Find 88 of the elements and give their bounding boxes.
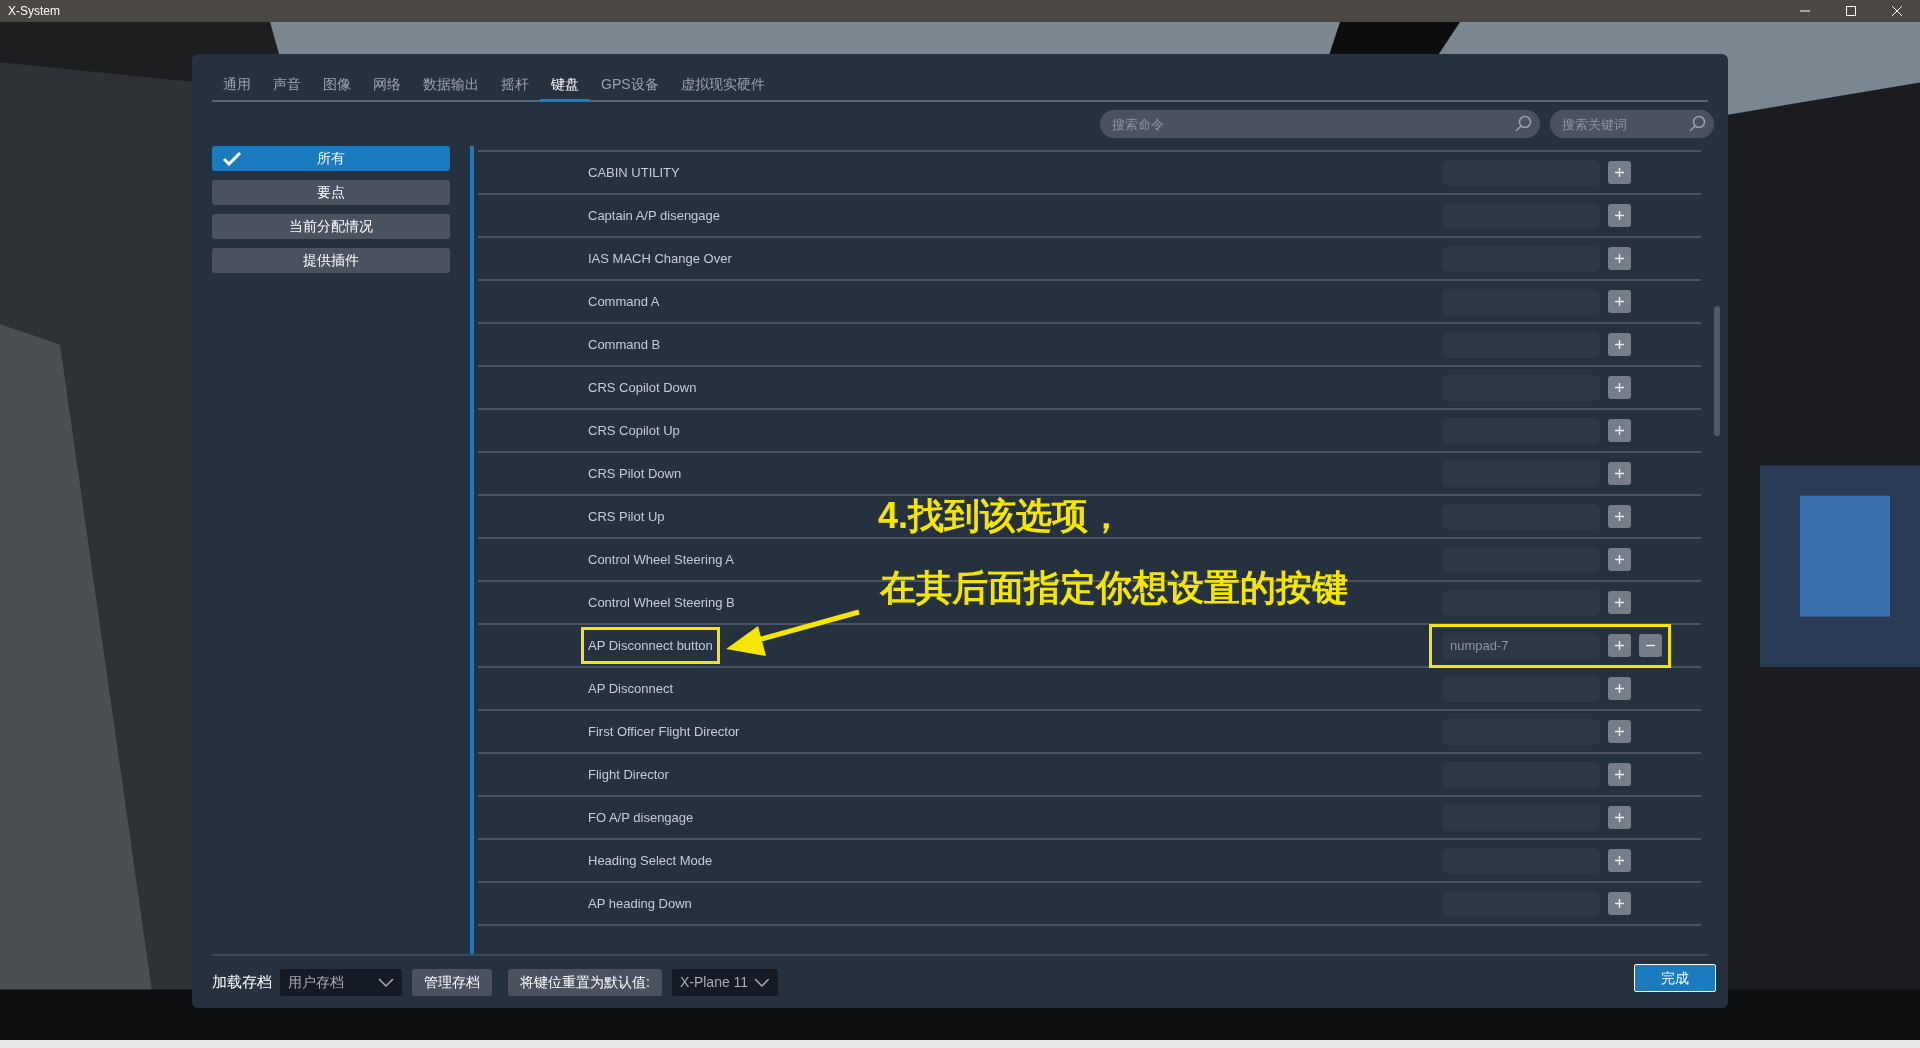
command-name: CRS Pilot Up bbox=[587, 507, 666, 526]
plus-icon bbox=[1615, 512, 1624, 521]
search-icon bbox=[1514, 115, 1532, 133]
plus-icon bbox=[1615, 813, 1624, 822]
filter-button[interactable]: 所有 bbox=[212, 146, 450, 171]
add-button[interactable] bbox=[1608, 634, 1631, 657]
add-button[interactable] bbox=[1608, 505, 1631, 528]
command-name: AP Disconnect button bbox=[581, 626, 720, 665]
plus-icon bbox=[1615, 469, 1624, 478]
reset-button[interactable]: 将键位重置为默认值: bbox=[508, 968, 662, 996]
chevron-icon bbox=[378, 977, 394, 987]
command-name: Control Wheel Steering A bbox=[587, 550, 735, 569]
maximize-icon bbox=[1846, 6, 1856, 16]
chevron-icon bbox=[754, 977, 770, 987]
add-button[interactable] bbox=[1608, 376, 1631, 399]
dropdown[interactable]: 用户存档 bbox=[280, 968, 402, 996]
search-field[interactable]: 搜索命令 bbox=[1100, 110, 1540, 138]
plus-icon bbox=[1615, 856, 1624, 865]
plus-icon bbox=[1615, 770, 1624, 779]
add-button[interactable] bbox=[1608, 892, 1631, 915]
command-name: Command B bbox=[587, 335, 662, 354]
remove-button[interactable] bbox=[1639, 634, 1662, 657]
tab[interactable]: 通用 bbox=[212, 68, 262, 102]
add-button[interactable] bbox=[1608, 247, 1631, 270]
add-button[interactable] bbox=[1608, 419, 1631, 442]
done-button[interactable]: 完成 bbox=[1634, 964, 1716, 992]
plus-icon bbox=[1615, 727, 1624, 736]
command-name: Command A bbox=[587, 292, 661, 311]
command-name: CABIN UTILITY bbox=[587, 163, 681, 182]
command-name: CRS Copilot Down bbox=[587, 378, 698, 397]
plus-icon bbox=[1615, 899, 1624, 908]
tab[interactable]: 数据输出 bbox=[412, 68, 490, 102]
annotation-text: 4.找到该选项， bbox=[878, 494, 1125, 538]
search-icon bbox=[1688, 115, 1706, 133]
command-name: Captain A/P disengage bbox=[587, 206, 722, 225]
plus-icon bbox=[1615, 254, 1624, 263]
plus-icon bbox=[1615, 426, 1624, 435]
filter-button[interactable]: 提供插件 bbox=[212, 248, 450, 273]
filter-button[interactable]: 当前分配情况 bbox=[212, 214, 450, 239]
add-button[interactable] bbox=[1608, 763, 1631, 786]
command-name: FO A/P disengage bbox=[587, 808, 695, 827]
tab[interactable]: 键盘 bbox=[540, 68, 590, 102]
plus-icon bbox=[1615, 297, 1624, 306]
tab[interactable]: GPS设备 bbox=[590, 68, 670, 102]
command-name: Heading Select Mode bbox=[587, 851, 714, 870]
window-title: X-System bbox=[7, 3, 60, 20]
plus-icon bbox=[1615, 555, 1624, 564]
add-button[interactable] bbox=[1608, 204, 1631, 227]
plus-icon bbox=[1615, 168, 1624, 177]
command-name: AP heading Down bbox=[587, 894, 693, 913]
plus-icon bbox=[1615, 684, 1624, 693]
add-button[interactable] bbox=[1608, 333, 1631, 356]
search-field[interactable]: 搜索关键词 bbox=[1550, 110, 1714, 138]
plus-icon bbox=[1615, 641, 1624, 650]
command-name: IAS MACH Change Over bbox=[587, 249, 733, 268]
tab[interactable]: 网络 bbox=[362, 68, 412, 102]
filter-button[interactable]: 要点 bbox=[212, 180, 450, 205]
manage-button[interactable]: 管理存档 bbox=[412, 968, 492, 996]
add-button[interactable] bbox=[1608, 849, 1631, 872]
command-name: Flight Director bbox=[587, 765, 670, 784]
add-button[interactable] bbox=[1608, 548, 1631, 571]
scrollbar[interactable] bbox=[1714, 306, 1720, 436]
tab[interactable]: 虚拟现实硬件 bbox=[669, 68, 776, 102]
tab[interactable]: 摇杆 bbox=[490, 68, 540, 102]
plus-icon bbox=[1615, 383, 1624, 392]
add-button[interactable] bbox=[1608, 462, 1631, 485]
command-name: AP Disconnect bbox=[587, 679, 675, 698]
add-button[interactable] bbox=[1608, 591, 1631, 614]
check-icon bbox=[222, 151, 242, 166]
close-icon bbox=[1892, 6, 1902, 16]
key-field[interactable]: numpad-7 bbox=[1442, 632, 1600, 659]
command-name: CRS Pilot Down bbox=[587, 464, 683, 483]
command-name: CRS Copilot Up bbox=[587, 421, 681, 440]
plus-icon bbox=[1615, 211, 1624, 220]
add-button[interactable] bbox=[1608, 677, 1631, 700]
command-name: First Officer Flight Director bbox=[587, 722, 741, 741]
annotation-text: 在其后面指定你想设置的按键 bbox=[880, 566, 1348, 610]
plus-icon bbox=[1615, 598, 1624, 607]
add-button[interactable] bbox=[1608, 720, 1631, 743]
plus-icon bbox=[1615, 340, 1624, 349]
add-button[interactable] bbox=[1608, 290, 1631, 313]
tab[interactable]: 图像 bbox=[312, 68, 362, 102]
profile-label: 加载存档 bbox=[212, 971, 272, 992]
tab[interactable]: 声音 bbox=[262, 68, 312, 102]
dropdown[interactable]: X-Plane 11 bbox=[671, 968, 778, 996]
add-button[interactable] bbox=[1608, 161, 1631, 184]
command-name: Control Wheel Steering B bbox=[587, 593, 736, 612]
add-button[interactable] bbox=[1608, 806, 1631, 829]
